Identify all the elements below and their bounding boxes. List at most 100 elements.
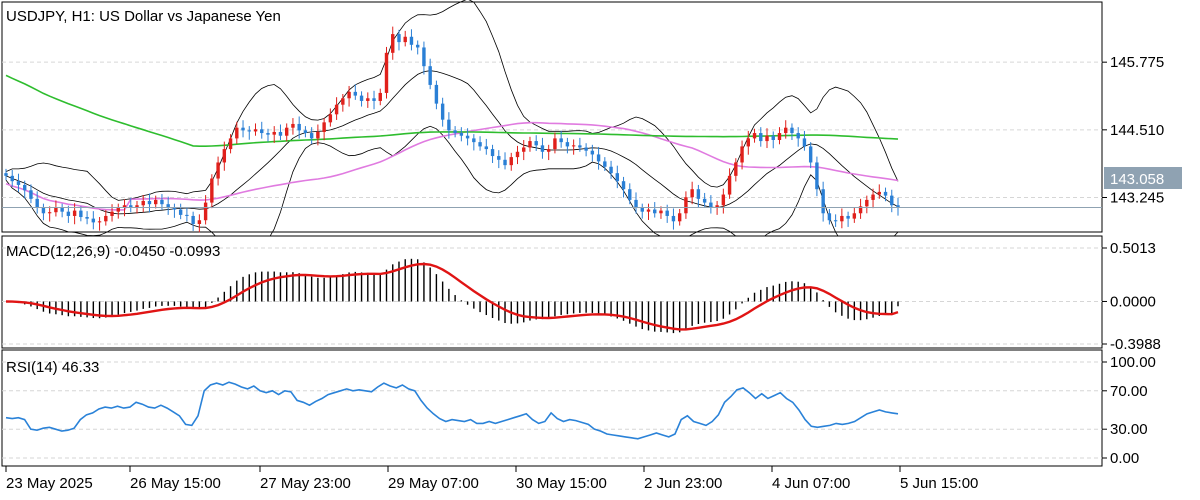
rsi-tick-label: 70.00 [1110,383,1148,400]
candle-body [472,138,476,143]
candle-body [35,198,39,208]
candle-body [447,119,451,131]
time-tick-label: 23 May 2025 [6,475,93,492]
time-axis: 23 May 2025 26 May 15:00 27 May 23:00 29 Ma… [5,466,978,492]
candle-body [815,162,819,190]
price-tick-label: 143.245 [1110,190,1164,207]
candle-body [366,98,370,101]
candle-body [790,127,794,134]
candle-body [653,209,657,214]
candle-body [178,209,183,215]
candle-body [322,122,326,132]
candle-body [341,98,345,105]
candle-body [353,91,358,96]
chart-area[interactable]: 143.245 144.510 145.775 0.5013 0.0000 -0.398… [0,0,1200,500]
candle-body [397,34,401,43]
candle-body [347,91,351,99]
candle-body [303,130,308,134]
candle-body [91,218,96,223]
candle-body [571,145,576,147]
candle-body [721,194,726,206]
candle-body [104,215,108,222]
candle-body [316,131,320,139]
candle-body [110,211,114,216]
candle-body [422,47,426,67]
candle-body [47,212,52,214]
candle-body [578,145,582,148]
candle-body [833,220,838,222]
candle-body [584,147,588,151]
candle-body [522,147,526,152]
candle-body [528,141,532,148]
candle-body [771,135,775,140]
candle-body [665,210,669,216]
candle-body [79,210,83,218]
candle-body [210,178,214,203]
candle-body [241,127,245,131]
candle-body [546,149,551,152]
candle-body [116,207,120,212]
candle-body [821,189,825,214]
candle-body [428,66,432,85]
candle-body [309,133,314,139]
candle-body [160,199,164,205]
candle-body [883,191,888,196]
price-panel: 143.245 144.510 145.775 [1,0,1164,261]
candle-body [235,127,239,139]
candle-body [765,135,769,142]
candle-body [60,207,64,212]
candle-body [696,189,701,199]
candle-body [734,162,738,176]
candle-body [590,150,595,155]
candle-body [415,44,420,48]
candle-body [185,214,189,216]
candle-body [852,213,857,219]
candle-body [596,154,601,162]
candle-body [640,207,644,212]
price-tick-label: 145.775 [1110,54,1164,71]
candle-body [759,133,763,142]
candle-body [515,151,520,158]
candle-body [659,210,663,214]
candle-body [877,191,881,195]
candle-body [752,133,757,139]
rsi-tick-label: 100.00 [1110,354,1156,371]
rsi-panel: 100.00 70.00 30.00 0.00 [1,349,1156,467]
candle-body [291,123,295,128]
candle-body [172,207,177,210]
candle-body [272,131,276,135]
candle-body [690,189,694,198]
time-tick-label: 27 May 23:00 [260,475,351,492]
candle-body [378,92,382,101]
candle-body [540,145,545,152]
candle-body [10,175,14,182]
candle-body [746,138,750,147]
candle-body [260,129,264,134]
candle-body [628,189,632,200]
candle-body [266,133,270,135]
candle-body [702,198,707,203]
time-tick-label: 5 Jun 15:00 [900,475,978,492]
candle-body [890,195,894,206]
time-tick-label: 4 Jun 07:00 [772,475,850,492]
candle-body [278,131,283,136]
candle-body [621,181,626,190]
candle-body [559,138,563,143]
rsi-tick-label: 30.00 [1110,421,1148,438]
candle-body [490,149,495,157]
price-panel-title: USDJPY, H1: US Dollar vs Japanese Yen [6,8,281,25]
candle-body [359,95,364,101]
time-tick-label: 29 May 07:00 [388,475,479,492]
candle-body [634,199,638,208]
candle-body [808,146,813,163]
candle-body [646,209,651,212]
candle-body [297,123,301,131]
candle-body [465,135,470,139]
candle-body [478,142,482,147]
candle-body [440,103,445,120]
time-tick-label: 2 Jun 23:00 [644,475,722,492]
rsi-panel-title: RSI(14) 46.33 [6,359,99,376]
candle-body [97,221,102,223]
candle-body [784,127,788,134]
candle-body [72,210,77,216]
